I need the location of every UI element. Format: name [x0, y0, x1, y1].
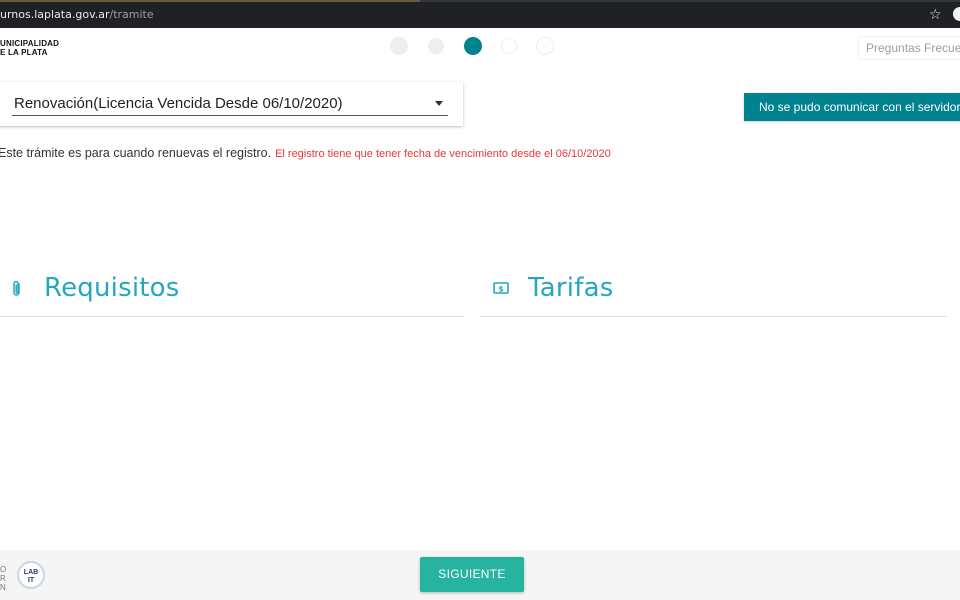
- step-2: [428, 38, 444, 54]
- tarifas-divider: [480, 316, 947, 317]
- select-underline: [12, 115, 448, 116]
- footer-side-text: O R N: [0, 565, 6, 592]
- tab-strip-accent: [0, 0, 420, 2]
- money-bill-icon: $: [493, 281, 509, 300]
- browser-toolbar: urnos.laplata.gov.ar/tramite ☆: [0, 0, 960, 28]
- address-bar[interactable]: urnos.laplata.gov.ar/tramite: [0, 8, 154, 21]
- step-3-active: [464, 37, 482, 55]
- expiry-warning: El registro tiene que tener fecha de ven…: [275, 148, 611, 160]
- profile-avatar-icon[interactable]: [953, 7, 960, 21]
- next-button[interactable]: SIGUIENTE: [420, 557, 524, 592]
- url-host: urnos.laplata.gov.ar: [0, 8, 110, 21]
- faq-button[interactable]: Preguntas Frecue: [858, 36, 960, 60]
- dropdown-caret-icon: [435, 101, 443, 106]
- footer-side-text-3: N: [0, 583, 6, 592]
- municipality-logo[interactable]: UNICIPALIDAD E LA PLATA: [0, 39, 59, 57]
- labit-logo[interactable]: LAB IT: [17, 561, 45, 589]
- tarifas-title: Tarifas: [528, 273, 614, 303]
- labit-line-2: IT: [27, 577, 35, 584]
- paperclip-icon: [11, 280, 23, 303]
- tramite-info: Este trámite es para cuando renuevas el …: [0, 146, 611, 160]
- tab-strip-edge: [0, 0, 960, 2]
- url-path: /tramite: [109, 8, 154, 21]
- server-error-alert: No se pudo comunicar con el servidor: [744, 93, 960, 121]
- step-4: [501, 38, 517, 54]
- tramite-select[interactable]: Renovación(Licencia Vencida Desde 06/10/…: [0, 82, 463, 126]
- requisitos-divider: [0, 316, 464, 317]
- info-text: Este trámite es para cuando renuevas el …: [0, 146, 272, 160]
- svg-text:$: $: [498, 285, 504, 294]
- star-icon[interactable]: ☆: [929, 6, 942, 22]
- logo-line-2: E LA PLATA: [0, 48, 48, 57]
- logo-line-1: UNICIPALIDAD: [0, 39, 60, 48]
- footer-side-text-2: R: [0, 574, 6, 583]
- requisitos-title: Requisitos: [44, 273, 180, 303]
- step-5: [536, 37, 554, 55]
- step-1: [390, 37, 408, 55]
- labit-line-1: LAB: [23, 569, 39, 576]
- tramite-select-value: Renovación(Licencia Vencida Desde 06/10/…: [14, 95, 343, 112]
- footer-side-text-1: O: [0, 565, 7, 574]
